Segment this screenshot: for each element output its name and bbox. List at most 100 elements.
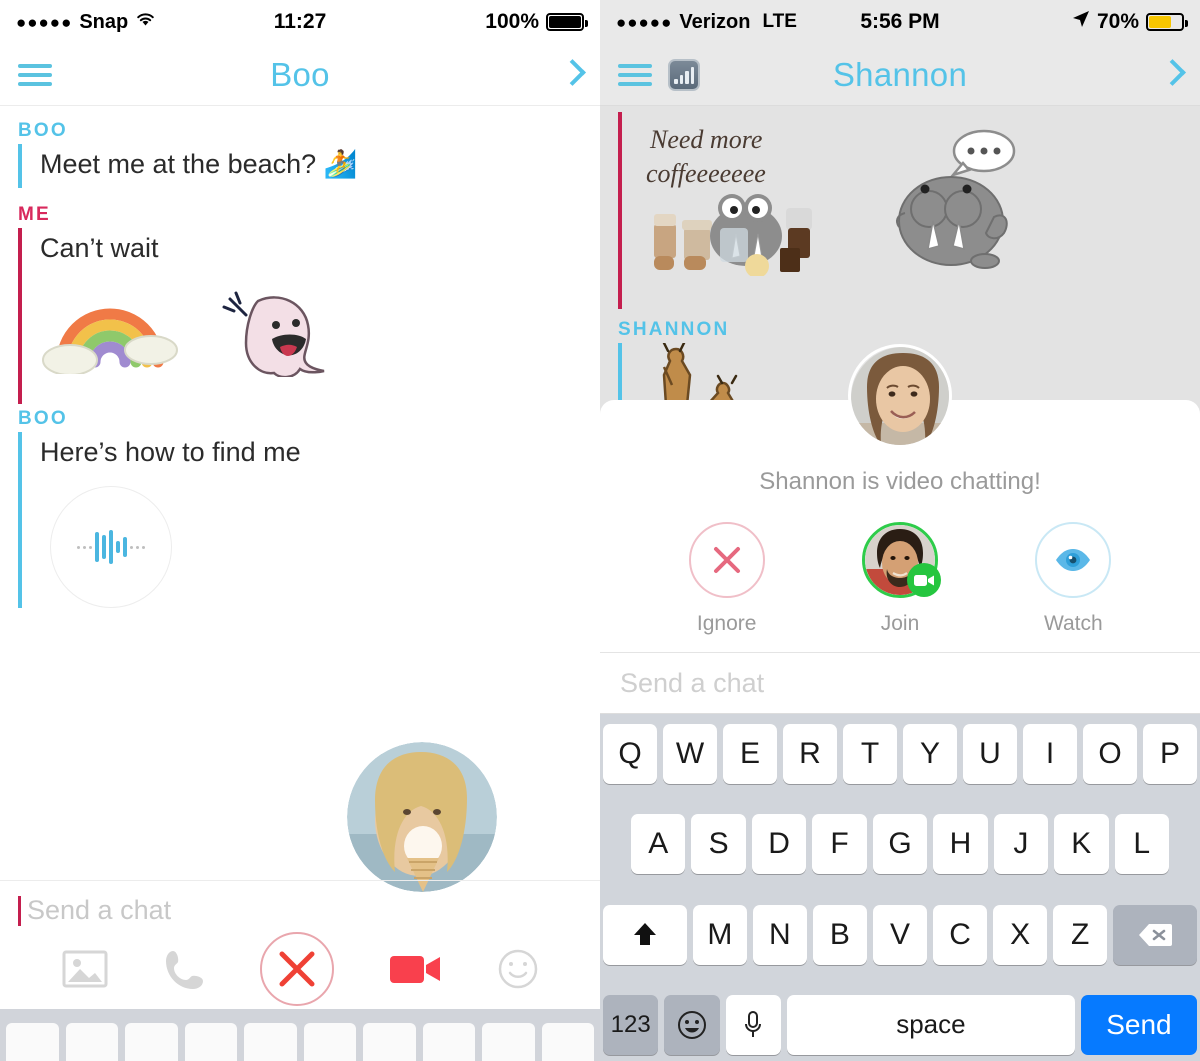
battery-icon [546, 13, 588, 31]
key-h[interactable]: H [933, 814, 988, 875]
key-y[interactable]: Y [903, 724, 957, 784]
key-a[interactable]: A [631, 814, 686, 875]
chat-input-placeholder: Send a chat [620, 667, 765, 698]
message-bubble[interactable]: Here’s how to find me [18, 431, 600, 609]
key-f[interactable]: F [812, 814, 867, 875]
key-o[interactable]: O [1083, 724, 1137, 784]
key-z[interactable]: Z [1053, 904, 1108, 965]
phone-call-icon[interactable] [164, 948, 204, 990]
status-bar-left-group: ●●●●● Snap [16, 11, 156, 34]
chat-message: Need more coffeeeeeee [600, 112, 1200, 309]
carrier-name: Snap [79, 10, 129, 33]
key-l[interactable]: L [1114, 814, 1169, 875]
ignore-button[interactable]: Ignore [688, 522, 765, 636]
key-m[interactable]: M [692, 904, 747, 965]
video-chat-actions: Ignore Join Watch [600, 522, 1200, 636]
message-text: Can’t wait [40, 233, 159, 264]
ghost-sticker[interactable] [214, 285, 334, 382]
chat-message: BOO Here’s how to find me [0, 407, 600, 609]
key-v[interactable]: V [872, 904, 928, 965]
key-t[interactable]: T [843, 724, 897, 784]
key-k[interactable]: K [1054, 814, 1109, 875]
rainbow-sticker[interactable] [40, 288, 180, 379]
message-bubble[interactable]: Need more coffeeeeeee [618, 112, 1200, 309]
audio-note-waveform[interactable] [50, 486, 172, 609]
video-camera-badge-icon [906, 563, 941, 597]
signal-dots: ●●●●● [16, 12, 73, 32]
message-text: Meet me at the beach? 🏄 [40, 149, 358, 179]
shannon-avatar[interactable] [848, 344, 952, 448]
recording-ring [347, 742, 497, 892]
chat-input-placeholder: Send a chat [27, 895, 172, 925]
svg-text:coffeeeeeee: coffeeeeeee [646, 159, 766, 188]
keyboard-row-2: ASDFGHJKL [603, 814, 1197, 875]
key-q[interactable]: Q [603, 724, 657, 784]
photo-gallery-icon[interactable] [62, 950, 108, 988]
message-sender-label: ME [18, 204, 51, 226]
status-bar-right-group: 100% [485, 10, 588, 34]
microphone-icon[interactable] [725, 994, 782, 1055]
chat-input-row[interactable]: Send a chat [0, 880, 600, 926]
carrier-name: Verizon [679, 10, 751, 33]
nav-bar-right: Shannon [600, 44, 1200, 106]
live-video-preview[interactable] [347, 742, 497, 892]
hamburger-menu-icon[interactable] [18, 59, 52, 91]
key-j[interactable]: J [993, 814, 1049, 875]
key-w[interactable]: W [663, 724, 717, 784]
key-c[interactable]: C [933, 904, 988, 965]
backspace-key[interactable] [1113, 904, 1198, 965]
key-r[interactable]: R [783, 724, 837, 784]
nav-bar-left: Boo [0, 44, 600, 106]
chat-input-right[interactable]: Send a chat [600, 652, 1200, 714]
watch-button[interactable]: Watch [1035, 522, 1112, 636]
key-d[interactable]: D [751, 814, 807, 875]
eye-icon [1035, 522, 1112, 598]
message-text: Here’s how to find me [40, 436, 301, 467]
walrus-talking-sticker[interactable] [889, 121, 1049, 276]
join-avatar [861, 522, 941, 598]
chevron-right-icon[interactable] [1159, 58, 1186, 87]
emoji-smiley-icon[interactable] [498, 949, 538, 989]
space-key[interactable]: space [787, 994, 1075, 1055]
key-s[interactable]: S [691, 814, 746, 875]
page-title: Boo [270, 55, 330, 93]
message-sender-label: SHANNON [618, 319, 730, 340]
key-x[interactable]: X [993, 904, 1048, 965]
message-sender-label: BOO [18, 407, 68, 429]
keyboard-row-1: QWERTYUIOP [603, 724, 1197, 784]
video-chat-status-text: Shannon is video chatting! [759, 468, 1041, 495]
key-p[interactable]: P [1143, 724, 1197, 784]
key-u[interactable]: U [963, 724, 1017, 784]
signal-bars-icon[interactable] [668, 58, 700, 91]
status-bar-left-group: ●●●●● Verizon LTE [616, 11, 797, 34]
numbers-key[interactable]: 123 [603, 994, 659, 1055]
video-camera-icon[interactable] [390, 952, 442, 986]
network-type-label: LTE [762, 11, 797, 32]
key-e[interactable]: E [723, 724, 777, 784]
snapchat-chat-panel-shannon: ●●●●● Verizon LTE 5:56 PM 70% Shannon Ne… [600, 0, 1200, 1061]
close-x-button[interactable] [260, 932, 334, 1006]
key-b[interactable]: B [812, 904, 867, 965]
message-bubble[interactable]: Can’t wait [18, 228, 600, 404]
keyboard-peek-left[interactable] [0, 1009, 600, 1061]
key-i[interactable]: I [1023, 724, 1077, 784]
location-arrow-icon [1072, 10, 1090, 34]
battery-percent-label: 70% [1096, 10, 1139, 33]
hamburger-menu-icon[interactable] [618, 59, 652, 91]
battery-icon [1146, 13, 1188, 31]
keyboard-row-4: 123 space Send [603, 994, 1198, 1055]
send-key[interactable]: Send [1080, 994, 1198, 1055]
chevron-right-icon[interactable] [559, 58, 586, 87]
join-button[interactable]: Join [861, 522, 941, 636]
signal-dots: ●●●●● [616, 12, 673, 32]
walrus-coffee-sticker[interactable]: Need more coffeeeeeee [640, 116, 825, 281]
sticker-row: Need more coffeeeeeee [640, 112, 1200, 303]
chat-message: BOO Meet me at the beach? 🏄 [0, 120, 600, 189]
emoji-keyboard-icon[interactable] [664, 994, 720, 1055]
key-g[interactable]: G [872, 814, 928, 875]
shift-key[interactable] [602, 904, 687, 965]
message-bubble[interactable]: Meet me at the beach? 🏄 [18, 144, 600, 189]
text-caret [18, 895, 21, 926]
key-n[interactable]: N [752, 904, 807, 965]
video-chat-notification-card: Shannon is video chatting! Ignore Join W… [600, 344, 1200, 652]
